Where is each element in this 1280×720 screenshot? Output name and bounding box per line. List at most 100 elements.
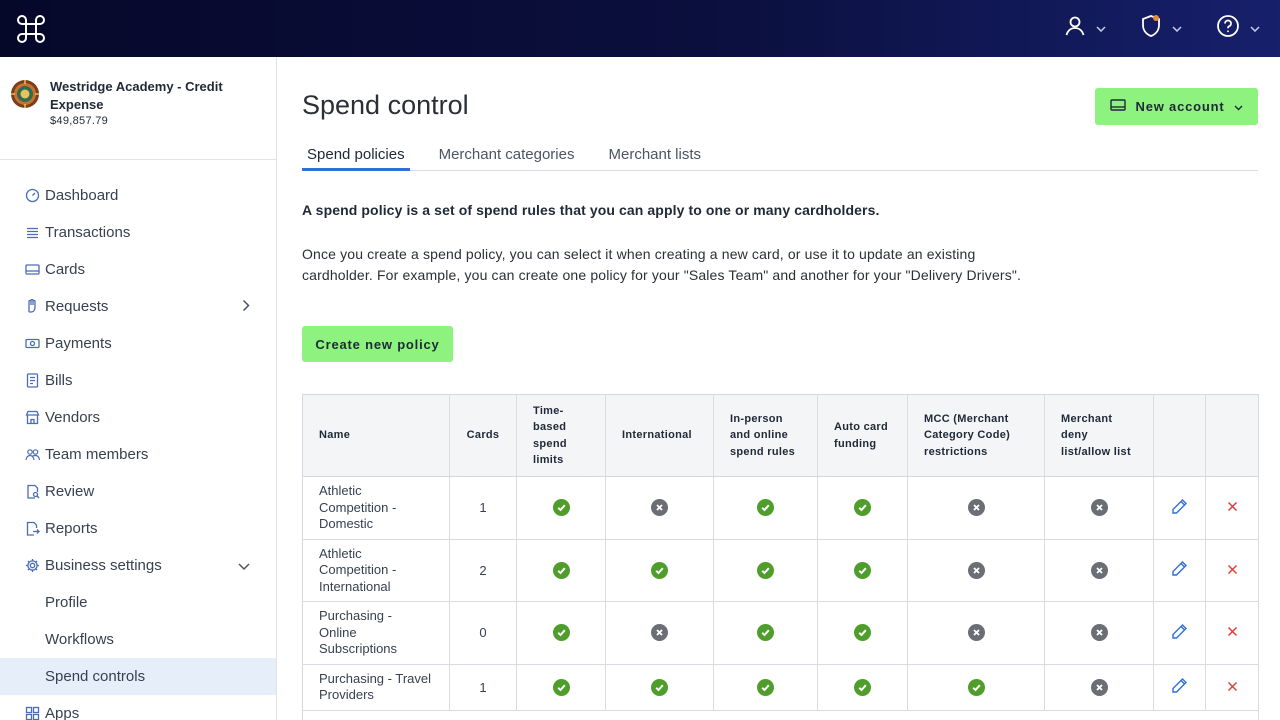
edit-policy-button[interactable]	[1171, 498, 1188, 518]
security-menu[interactable]	[1140, 14, 1182, 43]
delete-cell	[1205, 476, 1259, 540]
sidebar-item-requests[interactable]: Requests	[0, 288, 276, 325]
flag-cell	[907, 664, 1045, 711]
check-circle-icon	[757, 499, 774, 517]
sidebar-subitem-spend-controls[interactable]: Spend controls	[0, 658, 276, 695]
sidebar-subitem-profile[interactable]: Profile	[0, 584, 276, 621]
x-circle-icon	[967, 624, 985, 642]
sidebar-item-bills[interactable]: Bills	[0, 362, 276, 399]
edit-cell	[1153, 664, 1206, 711]
chevron-down-icon	[1250, 23, 1260, 35]
x-circle-icon	[1090, 678, 1108, 696]
pencil-icon	[1171, 677, 1188, 697]
edit-policy-button[interactable]	[1171, 677, 1188, 697]
flag-cell	[605, 664, 714, 711]
column-header-name: Name	[302, 394, 450, 477]
list-icon	[25, 225, 40, 240]
flag-cell	[605, 601, 714, 665]
flag-cell	[1044, 476, 1154, 540]
tab-spend-policies[interactable]: Spend policies	[302, 144, 410, 171]
delete-cell	[1205, 601, 1259, 665]
check-circle-icon	[854, 678, 871, 696]
table-row: Purchasing - Travel Providers 1	[302, 664, 1259, 711]
sidebar-item-label: Vendors	[45, 409, 101, 426]
sidebar-item-label: Bills	[45, 372, 73, 389]
x-circle-icon	[1090, 499, 1108, 517]
flag-cell	[817, 664, 908, 711]
team-icon	[25, 447, 40, 462]
help-icon	[1216, 14, 1240, 43]
chevron-down-icon	[1096, 23, 1106, 35]
column-header-merchant-list: Merchant deny list/allow list	[1044, 394, 1154, 477]
pencil-icon	[1171, 623, 1188, 643]
check-circle-icon	[552, 499, 570, 517]
check-circle-icon	[757, 624, 774, 642]
check-circle-icon	[854, 561, 871, 579]
store-icon	[25, 410, 40, 425]
close-icon	[1227, 563, 1238, 578]
policy-name: Purchasing - Travel Providers	[302, 664, 450, 711]
sidebar-item-payments[interactable]: Payments	[0, 325, 276, 362]
tab-merchant-categories[interactable]: Merchant categories	[434, 144, 580, 171]
new-account-button[interactable]: New account	[1095, 88, 1258, 125]
create-new-policy-button[interactable]: Create new policy	[302, 326, 453, 362]
main-content: Spend control New account Spend policies…	[277, 57, 1280, 720]
flag-cell	[713, 476, 818, 540]
pencil-icon	[1171, 560, 1188, 580]
flag-cell	[1044, 601, 1154, 665]
table-row: Athletic Competition - International 2	[302, 539, 1259, 602]
sidebar-item-label: Profile	[45, 594, 88, 611]
intro-heading: A spend policy is a set of spend rules t…	[302, 202, 880, 218]
command-key-logo[interactable]	[14, 12, 48, 46]
sidebar-item-transactions[interactable]: Transactions	[0, 214, 276, 251]
delete-policy-button[interactable]	[1227, 563, 1238, 578]
delete-policy-button[interactable]	[1227, 680, 1238, 695]
reports-icon	[25, 521, 40, 536]
table-body: Athletic Competition - Domestic 1 Athlet…	[302, 476, 1259, 720]
sidebar-item-label: Apps	[45, 705, 80, 720]
policy-cards-count: 1	[449, 664, 517, 711]
new-account-label: New account	[1135, 99, 1225, 114]
edit-policy-button[interactable]	[1171, 623, 1188, 643]
account-name: Westridge Academy - Credit Expense	[50, 79, 223, 112]
sidebar-item-dashboard[interactable]: Dashboard	[0, 177, 276, 214]
help-menu[interactable]	[1216, 14, 1260, 43]
flag-cell	[907, 539, 1045, 602]
flag-cell	[907, 601, 1045, 665]
x-circle-icon	[1090, 561, 1108, 579]
sidebar-subitem-workflows[interactable]: Workflows	[0, 621, 276, 658]
flag-cell	[1044, 539, 1154, 602]
sidebar-item-apps[interactable]: Apps	[0, 695, 276, 720]
edit-policy-button[interactable]	[1171, 560, 1188, 580]
x-circle-icon	[651, 624, 668, 642]
sidebar-item-reports[interactable]: Reports	[0, 510, 276, 547]
sidebar-item-vendors[interactable]: Vendors	[0, 399, 276, 436]
review-icon	[25, 484, 40, 499]
table-header-row: Name Cards Time-based spend limits Inter…	[302, 394, 1259, 477]
sidebar-item-team-members[interactable]: Team members	[0, 436, 276, 473]
account-switcher[interactable]: Westridge Academy - Credit Expense $49,8…	[0, 57, 276, 160]
sidebar-item-label: Spend controls	[45, 668, 146, 685]
delete-policy-button[interactable]	[1227, 625, 1238, 640]
check-circle-icon	[651, 561, 668, 579]
intro-description: Once you create a spend policy, you can …	[302, 246, 1022, 283]
sidebar: Westridge Academy - Credit Expense $49,8…	[0, 57, 277, 720]
user-menu[interactable]	[1064, 15, 1106, 42]
edit-cell	[1153, 601, 1206, 665]
sidebar-item-label: Reports	[45, 520, 98, 537]
delete-policy-button[interactable]	[1227, 500, 1238, 515]
flag-cell	[516, 664, 606, 711]
flag-cell	[713, 664, 818, 711]
x-circle-icon	[967, 561, 985, 579]
check-circle-icon	[651, 678, 668, 696]
policy-cards-count: 0	[449, 601, 517, 665]
tab-merchant-lists[interactable]: Merchant lists	[603, 144, 706, 171]
hand-icon	[25, 299, 40, 314]
sidebar-item-cards[interactable]: Cards	[0, 251, 276, 288]
sidebar-item-business-settings[interactable]: Business settings	[0, 547, 276, 584]
flag-cell	[605, 539, 714, 602]
check-circle-icon	[757, 561, 774, 579]
dashboard-gauge-icon	[25, 188, 40, 203]
flag-cell	[605, 476, 714, 540]
sidebar-item-review[interactable]: Review	[0, 473, 276, 510]
